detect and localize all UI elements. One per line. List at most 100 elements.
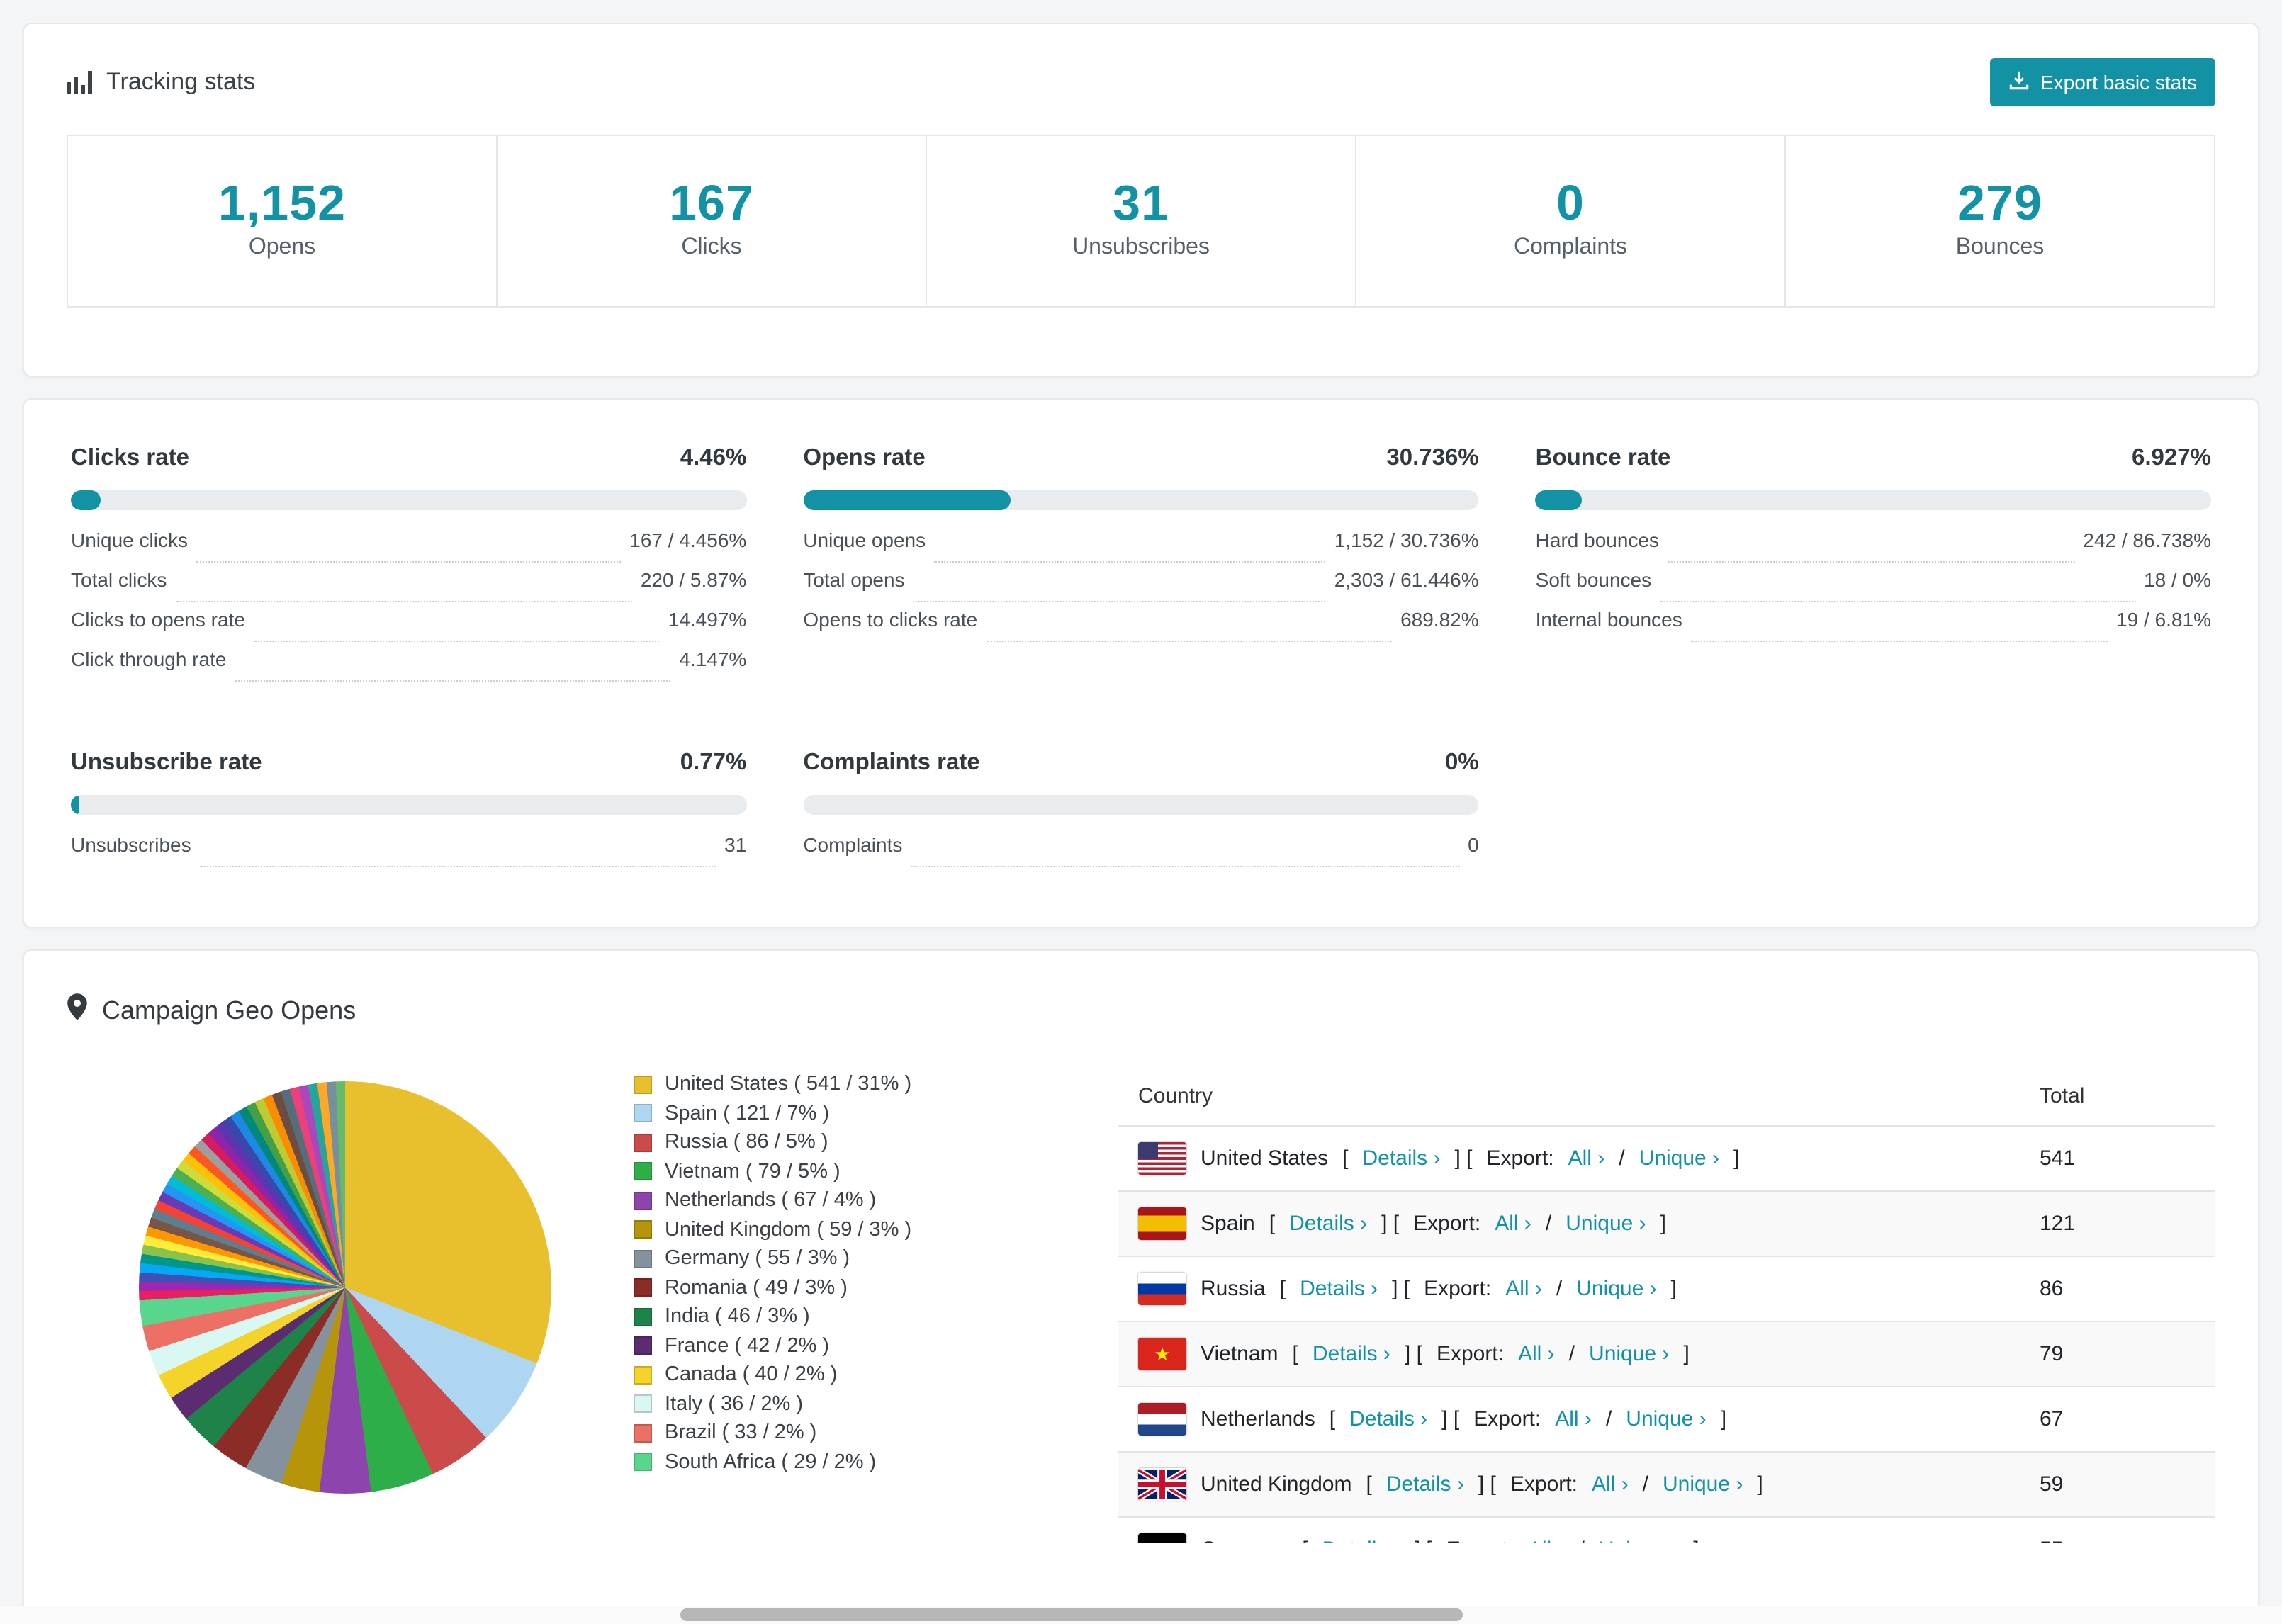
horizontal-scrollbar-track[interactable] <box>0 1606 2282 1624</box>
country-name: United Kingdom <box>1201 1472 1352 1496</box>
stat-value: 279 <box>1957 176 2042 231</box>
bar-chart-icon <box>67 69 92 95</box>
campaign-geo-opens-title: Campaign Geo Opens <box>102 996 356 1024</box>
rate-title: Clicks rate <box>71 445 189 470</box>
legend-label: Netherlands ( 67 / 4% ) <box>665 1189 877 1212</box>
export-unique-link[interactable]: Unique › <box>1599 1538 1679 1543</box>
bracket-text: [ <box>1279 1277 1286 1301</box>
export-basic-stats-button[interactable]: Export basic stats <box>1989 58 2215 106</box>
bracket-text: ] [ <box>1415 1538 1432 1543</box>
rate-progress-bar <box>1535 490 2211 510</box>
stat-label: Bounces <box>1955 235 2045 259</box>
rate-title: Bounce rate <box>1535 445 1671 470</box>
stat-label: Opens <box>248 235 316 259</box>
details-link[interactable]: Details › <box>1322 1538 1400 1543</box>
export-all-link[interactable]: All › <box>1555 1407 1592 1431</box>
metric-row-total-opens: Total opens 2,303 / 61.446% <box>803 568 1479 608</box>
rates-card: Clicks rate 4.46% Unique clicks 167 / 4.456… <box>23 398 2259 928</box>
legend-item-united-kingdom: United Kingdom ( 59 / 3% ) <box>634 1215 1059 1244</box>
metric-label: Hard bounces <box>1535 529 1659 551</box>
legend-item-spain: Spain ( 121 / 7% ) <box>634 1099 1059 1128</box>
metric-row-unique-clicks: Unique clicks 167 / 4.456% <box>71 529 746 568</box>
complaints-rate-section: Complaints rate 0% Complaints 0 <box>803 750 1479 873</box>
legend-swatch <box>634 1394 652 1414</box>
metric-value: 689.82% <box>1400 608 1479 631</box>
rate-progress-bar <box>803 490 1479 510</box>
rate-progress-bar <box>71 490 747 510</box>
stat-clicks: 167 Clicks <box>496 136 926 306</box>
metric-row-unique-opens: Unique opens 1,152 / 30.736% <box>803 529 1479 568</box>
unsubscribe-rate-section: Unsubscribe rate 0.77% Unsubscribes 31 <box>71 750 747 873</box>
stat-label: Unsubscribes <box>1072 235 1210 259</box>
export-all-link[interactable]: All › <box>1592 1472 1629 1496</box>
details-link[interactable]: Details › <box>1300 1277 1378 1301</box>
legend-swatch <box>634 1162 652 1181</box>
metric-label: Click through rate <box>71 648 227 670</box>
export-all-link[interactable]: All › <box>1495 1212 1531 1236</box>
legend-swatch <box>634 1307 652 1326</box>
geo-table-row-vietnam: ★ Vietnam [Details ›] [Export: All › / Un… <box>1118 1322 2215 1387</box>
export-unique-link[interactable]: Unique › <box>1566 1212 1646 1236</box>
metric-value: 31 <box>724 833 747 856</box>
country-name: Vietnam <box>1201 1342 1278 1366</box>
metric-label: Internal bounces <box>1535 608 1682 631</box>
horizontal-scrollbar-thumb[interactable] <box>680 1608 1463 1621</box>
total-cell: 541 <box>2040 1146 2076 1171</box>
metric-row-clicks-to-opens-rate: Clicks to opens rate 14.497% <box>71 608 746 648</box>
export-all-link[interactable]: All › <box>1518 1342 1555 1366</box>
details-link[interactable]: Details › <box>1289 1212 1367 1236</box>
bracket-text: ] <box>1720 1407 1727 1431</box>
total-cell: 121 <box>2040 1212 2076 1236</box>
location-pin-icon <box>67 993 88 1027</box>
stat-value: 1,152 <box>218 176 347 231</box>
metric-rows: Hard bounces 242 / 86.738% Soft bounces 18 … <box>1536 529 2211 648</box>
metric-label: Total opens <box>803 568 905 591</box>
export-unique-link[interactable]: Unique › <box>1576 1277 1656 1301</box>
export-unique-link[interactable]: Unique › <box>1589 1342 1669 1366</box>
export-unique-link[interactable]: Unique › <box>1626 1407 1706 1431</box>
metric-label: Unique opens <box>803 529 926 551</box>
country-header: Country <box>1138 1084 1213 1108</box>
details-link[interactable]: Details › <box>1386 1472 1464 1496</box>
separator-text: / <box>1568 1342 1575 1366</box>
export-all-link[interactable]: All › <box>1505 1277 1542 1301</box>
bracket-text: ] [ <box>1381 1212 1400 1236</box>
export-prefix: Export: <box>1473 1407 1541 1431</box>
legend-swatch <box>634 1133 652 1152</box>
rate-head: Bounce rate 6.927% <box>1536 445 2211 472</box>
total-header: Total <box>2040 1084 2085 1108</box>
separator-text: / <box>1605 1407 1612 1431</box>
details-link[interactable]: Details › <box>1349 1407 1427 1431</box>
details-link[interactable]: Details › <box>1313 1342 1390 1366</box>
export-all-link[interactable]: All › <box>1568 1146 1605 1171</box>
export-unique-link[interactable]: Unique › <box>1639 1146 1719 1171</box>
export-all-link[interactable]: All › <box>1528 1538 1565 1543</box>
metric-value: 220 / 5.87% <box>640 568 747 591</box>
legend-label: Spain ( 121 / 7% ) <box>665 1102 830 1124</box>
legend-label: United Kingdom ( 59 / 3% ) <box>665 1218 912 1241</box>
dotted-leader <box>913 601 1326 602</box>
stat-value: 0 <box>1556 176 1585 231</box>
rate-title: Unsubscribe rate <box>71 750 262 775</box>
details-link[interactable]: Details › <box>1362 1146 1440 1171</box>
bracket-text: ] <box>1670 1277 1677 1301</box>
metric-label: Opens to clicks rate <box>803 608 978 631</box>
stat-label: Clicks <box>681 235 742 259</box>
metric-row-unsubscribes: Unsubscribes 31 <box>71 833 746 873</box>
tracking-stats-header: Tracking stats Export basic stats <box>67 47 2215 135</box>
legend-swatch <box>634 1365 652 1385</box>
export-unique-link[interactable]: Unique › <box>1663 1472 1743 1496</box>
bracket-text: ] <box>1683 1342 1690 1366</box>
flag-ru-icon <box>1138 1273 1186 1305</box>
geo-opens-pie-chart <box>139 1081 551 1494</box>
geo-opens-table: Country Total United States [Details ›] [E… <box>1118 1067 2215 1543</box>
country-cell: Germany [Details ›] [Export: All › / Uni… <box>1138 1533 2040 1543</box>
rate-progress-bar <box>803 795 1479 815</box>
bracket-text: [ <box>1269 1212 1276 1236</box>
dotted-leader <box>235 680 671 682</box>
legend-label: Brazil ( 33 / 2% ) <box>665 1421 817 1444</box>
geo-table-row-germany: Germany [Details ›] [Export: All › / Uni… <box>1118 1518 2215 1543</box>
metric-rows: Complaints 0 <box>803 833 1479 873</box>
flag-vn-icon: ★ <box>1138 1338 1186 1370</box>
legend-label: Italy ( 36 / 2% ) <box>665 1392 804 1415</box>
